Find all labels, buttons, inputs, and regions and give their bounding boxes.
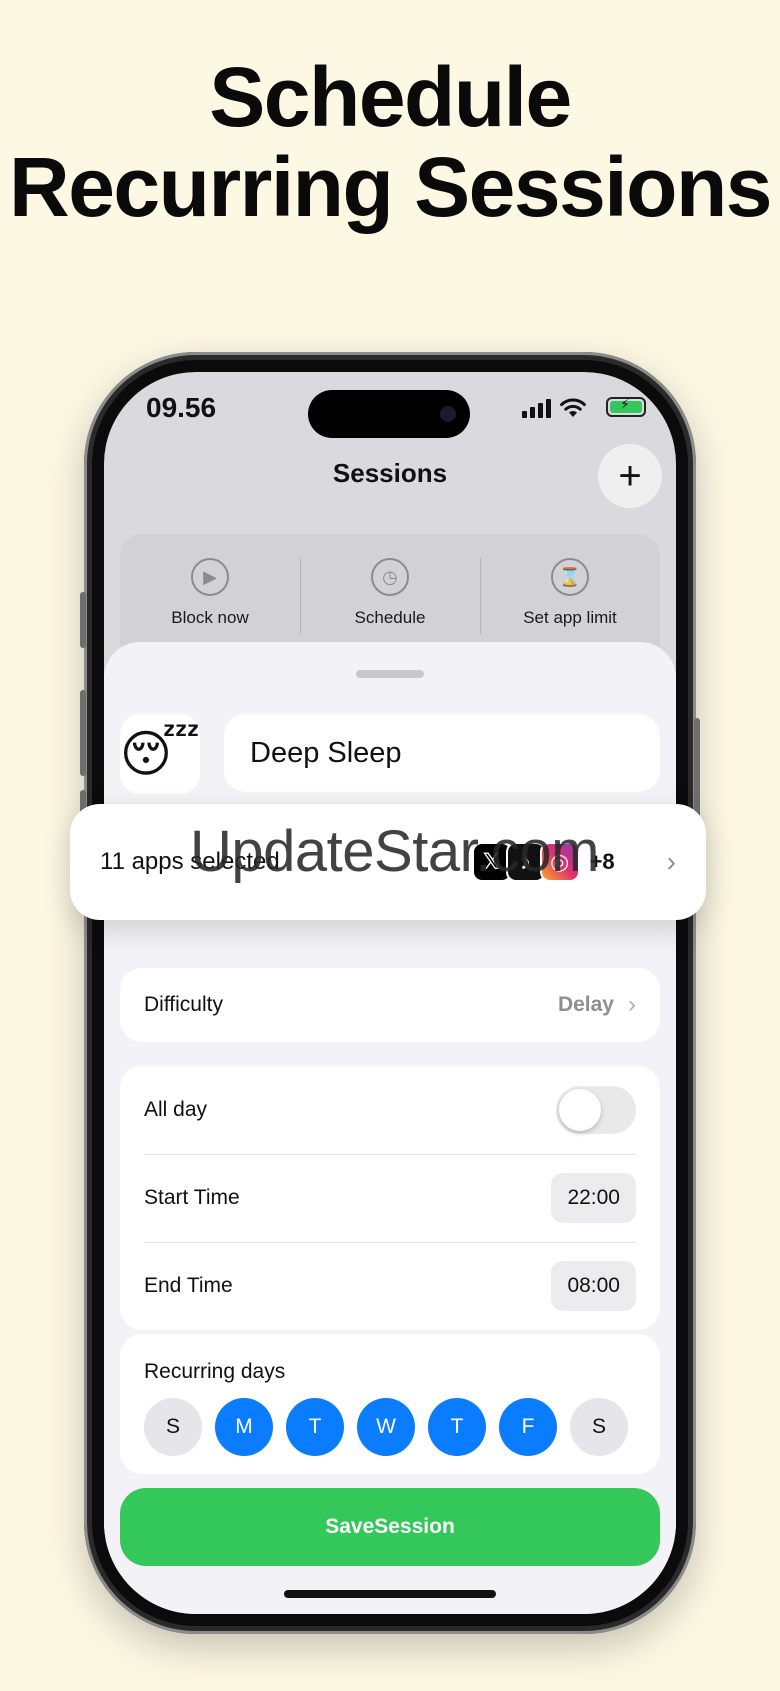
block-now-label: Block now <box>171 608 249 627</box>
day-monday[interactable]: M <box>215 1398 273 1456</box>
day-saturday[interactable]: S <box>570 1398 628 1456</box>
day-thursday[interactable]: T <box>428 1398 486 1456</box>
clock-icon: ◷ <box>371 558 409 596</box>
battery-charging-icon <box>606 396 646 417</box>
add-session-button[interactable]: + <box>598 444 662 508</box>
headline-line-1: Schedule <box>209 50 572 144</box>
home-indicator <box>284 1590 496 1598</box>
camera-icon <box>440 406 456 422</box>
dynamic-island <box>308 390 470 438</box>
end-time-label: End Time <box>144 1274 233 1297</box>
phone-screen: 09.56 Sessions + ▶ Block now ◷ Schedule … <box>104 372 676 1614</box>
chevron-right-icon: › <box>628 991 636 1018</box>
sheet-grabber[interactable] <box>356 670 424 678</box>
day-sunday[interactable]: S <box>144 1398 202 1456</box>
recurring-days-card: Recurring days S M T W T F S <box>120 1334 660 1474</box>
day-selector: S M T W T F S <box>120 1384 660 1456</box>
start-time-picker[interactable]: 22:00 <box>551 1173 636 1223</box>
play-icon: ▶ <box>191 558 229 596</box>
difficulty-label: Difficulty <box>144 993 223 1016</box>
start-time-label: Start Time <box>144 1186 240 1209</box>
status-icons <box>522 396 646 420</box>
session-name-field[interactable]: Deep Sleep <box>224 714 660 792</box>
sleeping-face-icon: 😴 <box>119 726 201 782</box>
hourglass-icon: ⌛ <box>551 558 589 596</box>
start-time-row: Start Time 22:00 <box>120 1154 660 1242</box>
set-app-limit-label: Set app limit <box>523 608 617 627</box>
volume-up-button <box>80 690 86 776</box>
difficulty-row[interactable]: Difficulty Delay › <box>120 968 660 1042</box>
end-time-picker[interactable]: 08:00 <box>551 1261 636 1311</box>
all-day-toggle[interactable] <box>556 1086 636 1134</box>
status-time: 09.56 <box>146 392 217 423</box>
session-emoji-button[interactable]: 😴 <box>120 714 200 794</box>
difficulty-card: Difficulty Delay › <box>120 968 660 1042</box>
all-day-label: All day <box>144 1098 208 1121</box>
day-friday[interactable]: F <box>499 1398 557 1456</box>
end-time-row: End Time 08:00 <box>120 1242 660 1330</box>
day-tuesday[interactable]: T <box>286 1398 344 1456</box>
time-card: All day Start Time 22:00 End Time 08:00 <box>120 1066 660 1330</box>
page-title: Sessions <box>332 458 448 488</box>
wifi-icon <box>560 398 586 417</box>
schedule-label: Schedule <box>354 608 426 627</box>
watermark: UpdateStar.com <box>190 819 599 884</box>
chevron-right-icon: › <box>666 846 676 877</box>
headline: Schedule Recurring Sessions <box>0 52 780 232</box>
difficulty-value: Delay <box>557 993 614 1016</box>
save-session-button[interactable]: SaveSession <box>120 1488 660 1566</box>
signal-icon <box>522 398 551 418</box>
recurring-days-label: Recurring days <box>144 1360 286 1383</box>
day-wednesday[interactable]: W <box>357 1398 415 1456</box>
all-day-row: All day <box>120 1066 660 1154</box>
side-button <box>80 592 86 648</box>
headline-line-2: Recurring Sessions <box>9 140 772 234</box>
plus-icon: + <box>618 453 642 498</box>
session-sheet: 😴 Deep Sleep Difficulty Delay › All day … <box>104 642 676 1614</box>
